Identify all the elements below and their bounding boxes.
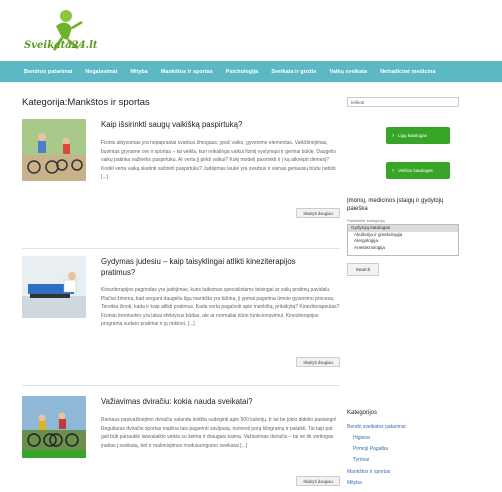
- post-divider: [22, 248, 340, 249]
- post-item: Gydymas judesiu – kaip taisyklingai atli…: [22, 256, 340, 386]
- nav-item-psichologija[interactable]: Psichologija: [226, 69, 258, 75]
- category-listbox[interactable]: Gydytojų katalogas Akušerija ir ginekolo…: [347, 224, 459, 256]
- read-more-button[interactable]: Skaityti daugiau: [296, 476, 340, 486]
- post-title[interactable]: Gydymas judesiu – kaip taisyklingai atli…: [101, 256, 331, 278]
- activity-catalog-label: Veiklos katalogas: [398, 168, 433, 173]
- search-button[interactable]: Search: [347, 263, 379, 276]
- post-title[interactable]: Kaip išsirinkti saugų vaikišką paspirtuk…: [101, 119, 331, 130]
- logo-text: Sveikata24.lt: [24, 40, 98, 51]
- listbox-option[interactable]: Anesteziologija: [348, 245, 458, 252]
- chevron-right-icon: ›: [392, 132, 394, 139]
- post-item: Kaip išsirinkti saugų vaikišką paspirtuk…: [22, 119, 340, 249]
- post-excerpt: Ramaus pasivažinėjimo dviračiu valanda l…: [101, 417, 337, 449]
- post-divider: [22, 385, 340, 386]
- disease-catalog-label: Ligų katalogas: [398, 133, 428, 138]
- nav-item-mityba[interactable]: Mityba: [130, 69, 147, 75]
- post-item: Važiavimas dviračiu: kokia nauda sveikat…: [22, 396, 340, 492]
- read-more-button[interactable]: Skaityti daugiau: [296, 357, 340, 367]
- nav-item-mankstos[interactable]: Mankštos ir sportas: [161, 69, 213, 75]
- main-nav: Bendros patarimai Negalavimai Mityba Man…: [0, 61, 502, 82]
- page-title: Kategorija:Mankštos ir sportas: [22, 97, 150, 108]
- nav-item-vaiku[interactable]: Vaikų sveikata: [329, 69, 367, 75]
- post-thumbnail[interactable]: [22, 256, 86, 318]
- post-thumbnail[interactable]: [22, 119, 86, 181]
- nav-item-netradicine[interactable]: Netradicinė medicina: [380, 69, 435, 75]
- post-title[interactable]: Važiavimas dviračiu: kokia nauda sveikat…: [101, 396, 331, 407]
- nav-item-grozis[interactable]: Sveikata ir grožis: [271, 69, 316, 75]
- category-link[interactable]: Higiena: [353, 435, 370, 441]
- category-link[interactable]: Mityba: [347, 480, 362, 486]
- search-input[interactable]: Ieškoti: [347, 97, 459, 107]
- category-link[interactable]: Mankštos ir sportas: [347, 469, 390, 475]
- select-label: Pasirinkite Kategoriją: [347, 218, 385, 223]
- category-link[interactable]: Pirmoji Pagalba: [353, 446, 388, 452]
- category-link[interactable]: Bendri sveikatos patarimai: [347, 424, 406, 430]
- read-more-button[interactable]: Skaityti daugiau: [296, 208, 340, 218]
- chevron-right-icon: ›: [392, 167, 394, 174]
- disease-catalog-button[interactable]: › Ligų katalogas: [386, 127, 450, 144]
- widget-title: Įmonių, medicinos įstaigų ir gydytojų pa…: [347, 198, 444, 212]
- post-excerpt: Kineziterapijos pagrindas yra judėjimas,…: [101, 287, 340, 328]
- activity-catalog-button[interactable]: › Veiklos katalogas: [386, 162, 450, 179]
- nav-item-bendros[interactable]: Bendros patarimai: [24, 69, 72, 75]
- nav-item-negalavimai[interactable]: Negalavimai: [85, 69, 117, 75]
- category-link[interactable]: Tyrimai: [353, 457, 369, 463]
- categories-title: Kategorijos: [347, 410, 378, 416]
- post-excerpt: Fizinis aktyvumas yra nepaprastai svarbu…: [101, 140, 336, 181]
- post-thumbnail[interactable]: [22, 396, 86, 458]
